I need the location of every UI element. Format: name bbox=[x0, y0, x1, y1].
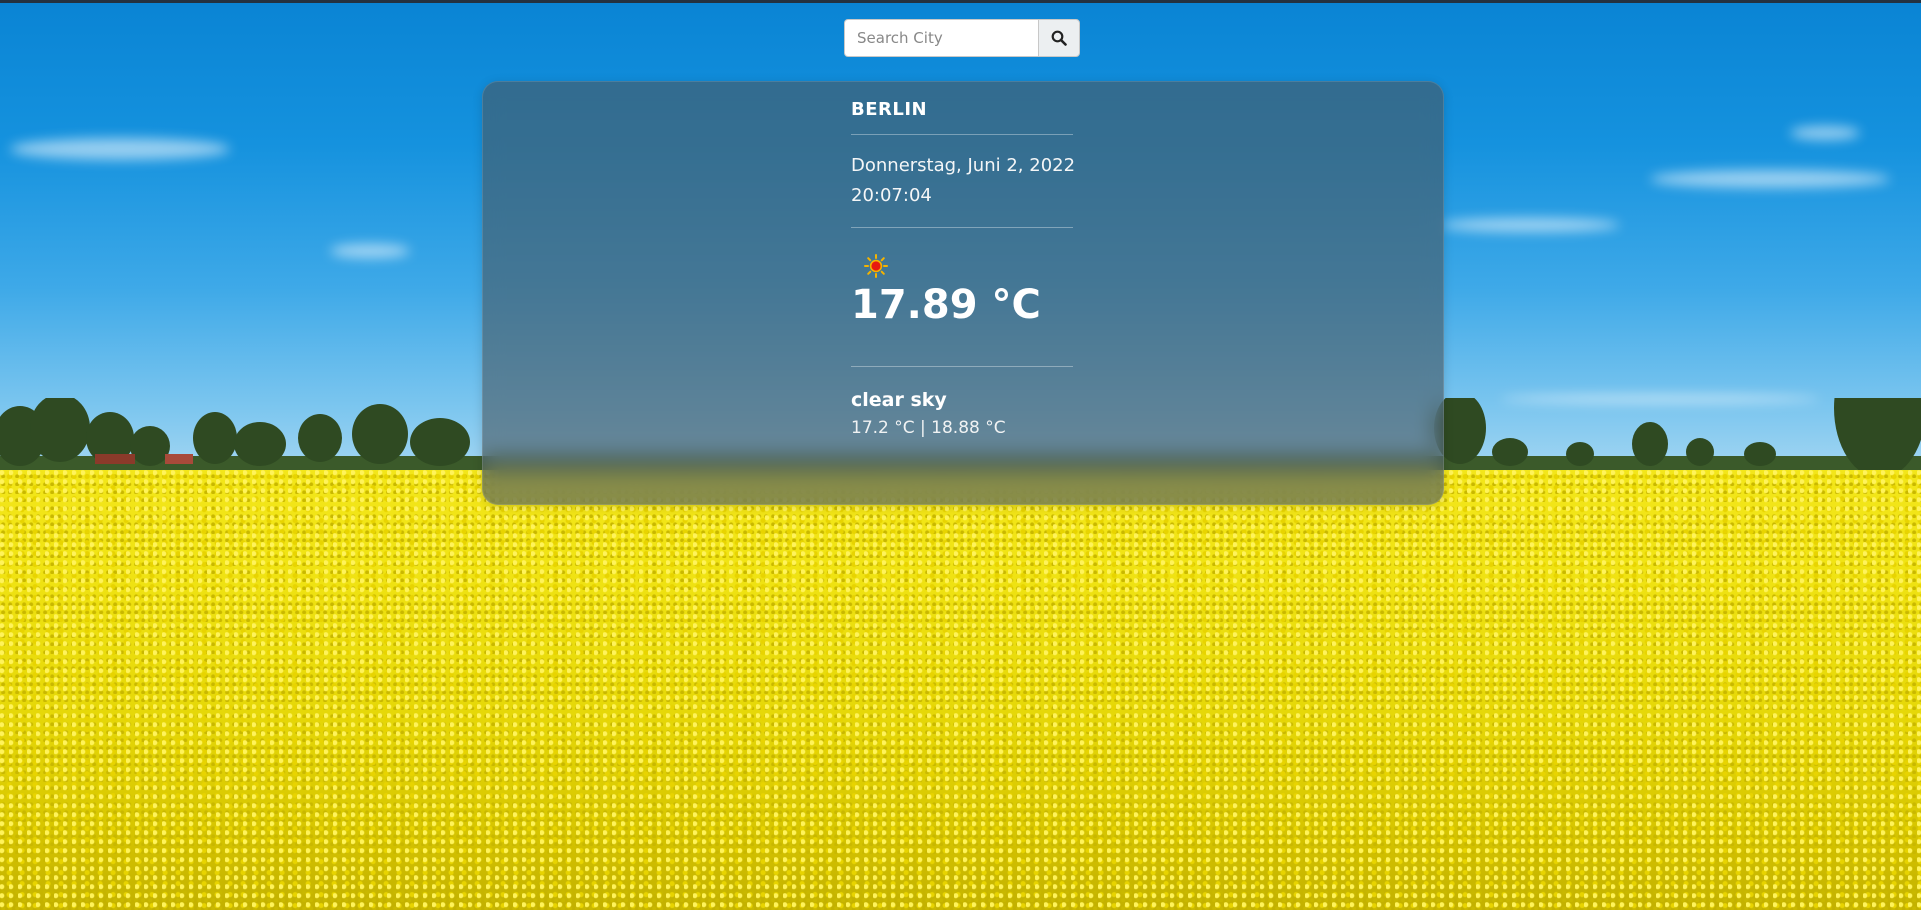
current-temperature: 17.89 °C bbox=[851, 282, 1041, 328]
background-cloud bbox=[1650, 170, 1890, 188]
city-search-form bbox=[844, 19, 1080, 57]
background-cloud bbox=[330, 244, 410, 258]
background-cloud bbox=[1440, 218, 1620, 232]
weather-info: BERLIN Donnerstag, Juni 2, 2022 20:07:04 bbox=[851, 97, 1076, 442]
city-search-button[interactable] bbox=[1038, 19, 1080, 57]
city-search-input[interactable] bbox=[844, 19, 1038, 57]
window-top-border bbox=[0, 0, 1921, 3]
weather-app: BERLIN Donnerstag, Juni 2, 2022 20:07:04 bbox=[0, 0, 1921, 910]
city-name: BERLIN bbox=[851, 99, 928, 120]
temperature-range: 17.2 °C | 18.88 °C bbox=[851, 418, 1006, 438]
weather-description: clear sky bbox=[851, 389, 947, 411]
background-cloud bbox=[1790, 126, 1860, 140]
weather-icon-wrap bbox=[851, 254, 1073, 278]
search-icon bbox=[1051, 30, 1067, 46]
background-cloud bbox=[10, 138, 230, 160]
current-time: 20:07:04 bbox=[851, 185, 932, 206]
background-rapeseed-field bbox=[0, 470, 1921, 910]
sun-icon bbox=[864, 254, 888, 278]
current-date: Donnerstag, Juni 2, 2022 bbox=[851, 155, 1076, 176]
